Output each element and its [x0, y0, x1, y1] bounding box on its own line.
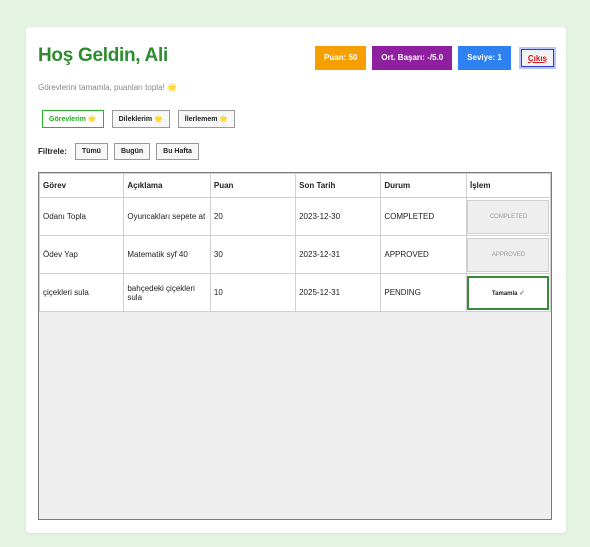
page-title: Hoş Geldin, Ali	[38, 45, 168, 66]
column-header-points: Puan	[209, 173, 297, 198]
task-description-cell: bahçedeki çiçekleri sula	[123, 273, 211, 312]
dashboard-card: Hoş Geldin, Ali Görevlerini tamamla, pua…	[26, 27, 566, 533]
tab-bar: Görevlerim 🌟 Dileklerim 🌟 İlerlemem 🌟	[42, 110, 236, 128]
column-header-due-date: Son Tarih	[295, 173, 382, 198]
filter-all-button[interactable]: Tümü	[74, 143, 108, 160]
task-due-date-cell: 2023-12-31	[295, 235, 382, 274]
filter-bar: Filtrele: Tümü Bugün Bu Hafta	[38, 143, 199, 160]
task-points-cell: 20	[209, 197, 297, 236]
column-header-task: Görev	[38, 173, 125, 198]
task-points-cell: 10	[209, 273, 297, 312]
table-row: Ödev Yap Matematik syf 40 30 2023-12-31 …	[38, 235, 552, 274]
tab-my-wishes[interactable]: Dileklerim 🌟	[111, 110, 170, 128]
task-name-cell: Ödev Yap	[38, 235, 125, 274]
task-action-cell: Tamamla ✓	[465, 273, 552, 312]
filter-this-week-button[interactable]: Bu Hafta	[156, 143, 199, 160]
complete-task-button[interactable]: Tamamla ✓	[467, 275, 550, 310]
task-description-cell: Oyuncakları sepete at	[123, 197, 211, 236]
logout-button[interactable]: Çıkış	[518, 47, 557, 69]
completed-status-button: COMPLETED	[467, 199, 550, 234]
task-due-date-cell: 2023-12-30	[295, 197, 382, 236]
table-row: çiçekleri sula bahçedeki çiçekleri sula …	[38, 273, 552, 312]
table-header-row: Görev Açıklama Puan Son Tarih Durum İşle…	[38, 173, 552, 198]
tasks-table-container[interactable]: Görev Açıklama Puan Son Tarih Durum İşle…	[38, 172, 552, 520]
task-status-cell: APPROVED	[380, 235, 467, 274]
tasks-table: Görev Açıklama Puan Son Tarih Durum İşle…	[38, 173, 552, 312]
page-subtitle: Görevlerini tamamla, puanları topla! 🌟	[38, 83, 177, 92]
level-badge: Seviye: 1	[458, 46, 511, 70]
task-action-cell: COMPLETED	[465, 197, 552, 236]
column-header-status: Durum	[380, 173, 467, 198]
task-due-date-cell: 2025-12-31	[295, 273, 382, 312]
filter-today-button[interactable]: Bugün	[113, 143, 151, 160]
filter-label: Filtrele:	[38, 147, 67, 156]
approved-status-button: APPROVED	[467, 237, 550, 272]
column-header-description: Açıklama	[123, 173, 211, 198]
column-header-action: İşlem	[465, 173, 552, 198]
task-description-cell: Matematik syf 40	[123, 235, 211, 274]
task-status-cell: PENDING	[380, 273, 467, 312]
avg-success-badge: Ort. Başarı: -/5.0	[372, 46, 453, 70]
complete-task-label: Tamamla	[491, 290, 518, 297]
task-action-cell: APPROVED	[465, 235, 552, 274]
stats-badges: Puan: 50 Ort. Başarı: -/5.0 Seviye: 1 Çı…	[315, 46, 557, 70]
task-name-cell: Odanı Topla	[38, 197, 125, 236]
checkmark-icon: ✓	[519, 289, 526, 297]
tab-my-progress[interactable]: İlerlemem 🌟	[177, 110, 236, 128]
table-row: Odanı Topla Oyuncakları sepete at 20 202…	[38, 197, 552, 236]
tab-my-tasks[interactable]: Görevlerim 🌟	[42, 110, 104, 128]
task-name-cell: çiçekleri sula	[38, 273, 125, 312]
points-badge: Puan: 50	[315, 46, 367, 70]
task-status-cell: COMPLETED	[380, 197, 467, 236]
task-points-cell: 30	[209, 235, 297, 274]
